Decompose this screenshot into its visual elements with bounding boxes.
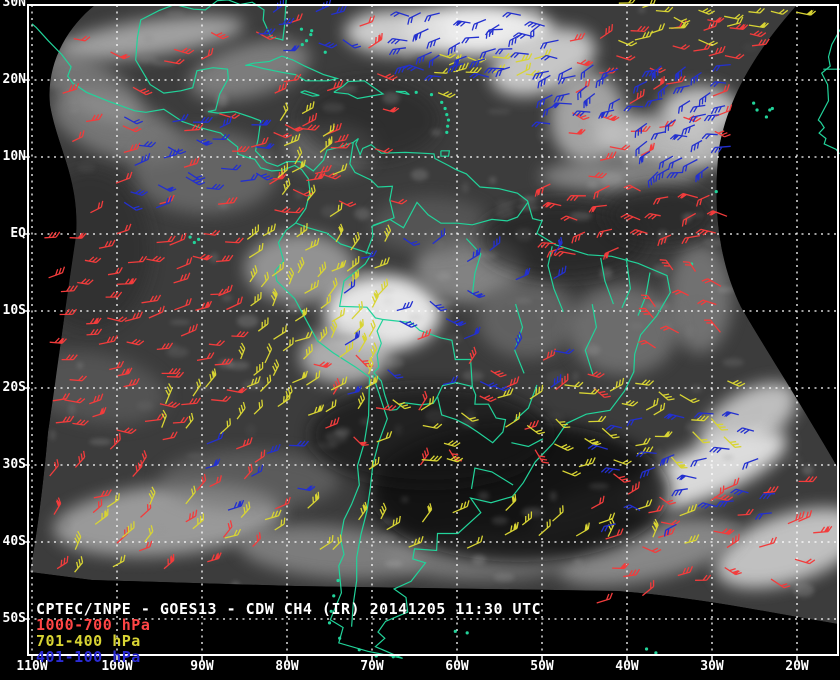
lon-label: 60W bbox=[445, 659, 469, 674]
legend-item-high: 401-100 hPa bbox=[36, 648, 141, 666]
island-dot bbox=[465, 631, 469, 635]
island-dot bbox=[755, 108, 759, 112]
lat-label: 30S bbox=[2, 457, 26, 472]
island-dot bbox=[446, 124, 450, 128]
lon-label: 70W bbox=[360, 659, 384, 674]
island-dot bbox=[714, 190, 718, 194]
lon-label: 20W bbox=[785, 659, 809, 674]
lat-label: EQ bbox=[10, 226, 26, 241]
island-dot bbox=[443, 106, 447, 111]
island-dot bbox=[414, 90, 418, 94]
cloud-patch bbox=[668, 243, 732, 353]
satellite-wind-map: 30N 20N 10N EQ 10S 20S 30S 40S 50S 110W 100W 90W 80… bbox=[0, 0, 840, 680]
island-dot bbox=[310, 29, 314, 33]
lon-label: 30W bbox=[700, 659, 724, 674]
island-dot bbox=[338, 636, 342, 640]
island-dot bbox=[770, 106, 774, 111]
island-dot bbox=[188, 235, 192, 239]
island-dot bbox=[332, 594, 336, 598]
island-dot bbox=[327, 621, 332, 625]
island-dot bbox=[197, 237, 201, 241]
island-dot bbox=[764, 115, 769, 119]
lat-label: 20N bbox=[2, 72, 26, 87]
island-dot bbox=[440, 100, 444, 104]
island-dot bbox=[357, 648, 361, 652]
lon-label: 40W bbox=[615, 659, 639, 674]
island-dot bbox=[453, 629, 457, 633]
island-dot bbox=[336, 578, 340, 583]
lat-label: 10S bbox=[2, 303, 26, 318]
lat-label: 10N bbox=[2, 149, 26, 164]
island-dot bbox=[644, 647, 649, 651]
lat-label: 30N bbox=[2, 0, 26, 10]
lon-label: 90W bbox=[190, 659, 214, 674]
island-dot bbox=[445, 130, 449, 134]
island-dot bbox=[300, 42, 304, 47]
island-dot bbox=[446, 118, 451, 122]
island-dot bbox=[299, 27, 304, 31]
lat-label: 40S bbox=[2, 534, 26, 549]
island-dot bbox=[752, 101, 756, 105]
cloud-patch bbox=[477, 278, 577, 358]
island-dot bbox=[323, 50, 327, 54]
lon-label: 80W bbox=[275, 659, 299, 674]
lon-label: 50W bbox=[530, 659, 554, 674]
cloud-patch bbox=[372, 197, 492, 253]
lat-label: 50S bbox=[2, 611, 26, 626]
island-dot bbox=[429, 93, 434, 97]
island-dot bbox=[309, 32, 313, 37]
island-dot bbox=[192, 240, 196, 245]
map-canvas bbox=[0, 0, 840, 680]
island-dot bbox=[304, 39, 309, 43]
cloud-patch bbox=[568, 285, 678, 375]
lat-label: 20S bbox=[2, 380, 26, 395]
island-dot bbox=[445, 113, 449, 117]
